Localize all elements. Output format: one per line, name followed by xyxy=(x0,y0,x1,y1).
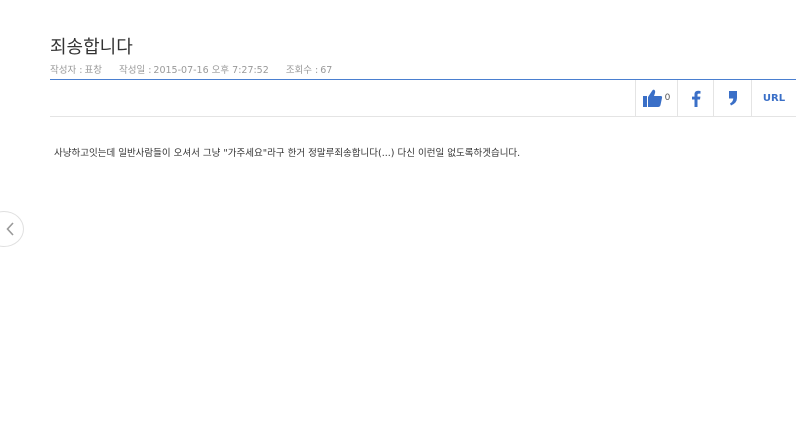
post-meta: 작성자 : 표창 작성일 :2015-07-16 오후 7:27:52 조회수 :… xyxy=(50,62,346,76)
meta-author-value: 표창 xyxy=(84,65,102,76)
meta-date: 작성일 :2015-07-16 오후 7:27:52 xyxy=(119,65,269,76)
meta-date-label: 작성일 : xyxy=(118,65,152,76)
share-toolbar: 0 URL xyxy=(50,80,796,117)
meta-date-value: 2015-07-16 오후 7:27:52 xyxy=(153,65,269,76)
like-count: 0 xyxy=(664,93,671,103)
facebook-share-button[interactable] xyxy=(677,80,713,116)
meta-views-value: 67 xyxy=(320,65,333,76)
quote-share-button[interactable] xyxy=(713,80,751,116)
post-title: 죄송합니다 xyxy=(50,37,133,58)
url-label: URL xyxy=(762,92,786,104)
meta-views: 조회수 :67 xyxy=(286,65,333,76)
meta-author: 작성자 : 표창 xyxy=(50,65,102,76)
like-button[interactable]: 0 xyxy=(635,80,677,116)
thumbs-up-icon xyxy=(642,89,662,107)
meta-views-label: 조회수 : xyxy=(285,65,319,76)
quote-icon xyxy=(728,91,737,106)
prev-post-button[interactable] xyxy=(0,211,24,247)
post-body: 사냥하고잇는데 일반사람들이 오셔서 그냥 "가주세요"라구 한거 정말루죄송합… xyxy=(54,148,521,159)
chevron-left-icon xyxy=(6,222,14,236)
meta-author-label: 작성자 : xyxy=(50,65,83,76)
facebook-icon xyxy=(691,90,700,107)
post-page: 죄송합니다 작성자 : 표창 작성일 :2015-07-16 오후 7:27:52… xyxy=(0,0,800,429)
url-copy-button[interactable]: URL xyxy=(751,80,796,116)
